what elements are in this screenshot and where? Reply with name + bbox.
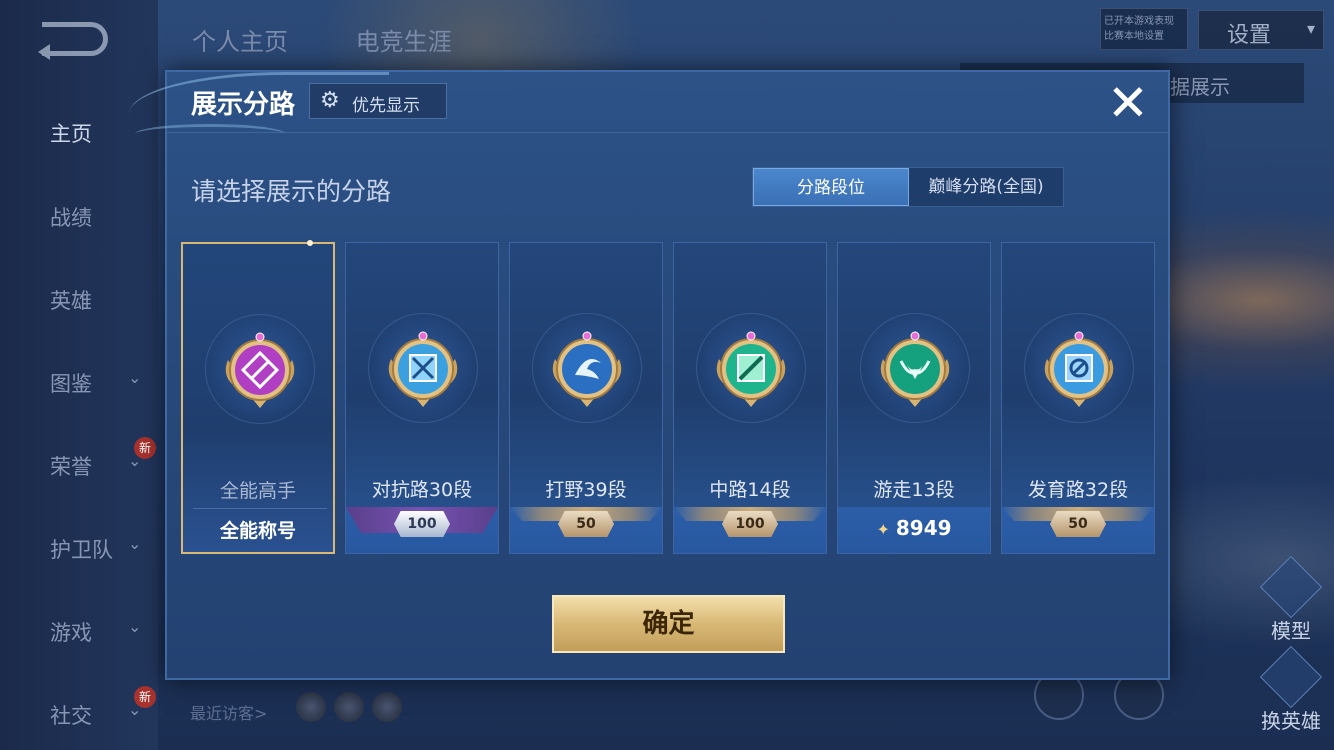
lane-card-footer: 50 [510, 507, 662, 553]
modal-title: 展示分路 [191, 90, 296, 120]
roam-wings-emblem-icon [877, 329, 953, 411]
ribbon-decoration [135, 124, 285, 144]
display-lane-modal: 展示分路 ⚙ 优先显示 ✕ 请选择展示的分路 分路段位 巅峰分路(全国) 全能高… [129, 70, 1170, 680]
lane-card-footer: 100 [346, 507, 498, 553]
priority-display-button[interactable]: ⚙ 优先显示 [309, 83, 447, 119]
chevron-down-icon: ▾ [1306, 19, 1315, 38]
rank-stars-badge: 100 [722, 511, 778, 537]
sidebar-item[interactable]: 战绩 [0, 196, 158, 236]
lane-card[interactable]: 游走13段 ✦ 8949 [837, 242, 991, 554]
sidebar-item-label: 社交 [50, 704, 92, 728]
lane-card-name: 中路14段 [709, 479, 791, 501]
sidebar-item[interactable]: 图鉴 ⌄ [0, 362, 158, 402]
lane-card[interactable]: 打野39段 50 [509, 242, 663, 554]
back-arrow-icon[interactable] [38, 22, 108, 60]
title-label: 全能称号 [219, 520, 296, 542]
rank-stars-badge: 50 [1050, 511, 1106, 537]
modal-header: 展示分路 ⚙ 优先显示 ✕ [129, 72, 1168, 132]
settings-label: 设置 [1227, 23, 1272, 48]
sidebar-item[interactable]: 荣誉 ⌄ 新 [0, 437, 158, 485]
tab-peak-lane-national[interactable]: 巅峰分路(全国) [909, 168, 1063, 206]
rank-stars-badge: 50 [558, 511, 614, 537]
priority-label: 优先显示 [352, 96, 420, 116]
visitor-avatar[interactable] [334, 692, 364, 722]
modal-subtitle: 请选择展示的分路 [191, 177, 392, 206]
header-divider [167, 132, 1168, 133]
rank-stars-badge: 100 [394, 511, 450, 537]
mini-info-line: 比赛本地设置 [1104, 31, 1164, 42]
mini-info-panel: 已开本游戏表现 比赛本地设置 [1100, 8, 1188, 50]
top-tabs: 个人主页 电竞生涯 [192, 22, 512, 57]
change-hero-label: 换英雄 [1261, 709, 1321, 733]
chevron-down-icon: ⌄ [128, 617, 142, 636]
settings-button[interactable]: 设置 ▾ [1198, 10, 1324, 50]
tab-lane-rank[interactable]: 分路段位 [753, 168, 909, 206]
model-label: 模型 [1271, 619, 1311, 643]
lane-card-name: 全能高手 [219, 480, 296, 502]
new-badge: 新 [134, 686, 156, 708]
lane-card-footer: 全能称号 [183, 506, 333, 552]
close-icon[interactable]: ✕ [1103, 78, 1153, 128]
sidebar-item[interactable]: 英雄 [0, 279, 158, 319]
visitor-avatar[interactable] [296, 692, 326, 722]
confirm-button[interactable]: 确定 [552, 595, 785, 653]
model-icon [1259, 555, 1323, 619]
sidebar-item-label: 英雄 [50, 289, 92, 313]
lane-card-footer: 50 [1002, 507, 1154, 553]
points-value: 8949 [895, 516, 952, 540]
purple-allround-emblem-icon [222, 330, 298, 412]
mid-lane-emblem-icon [713, 329, 789, 411]
lane-card-footer: 100 [674, 507, 826, 553]
lane-card-footer: ✦ 8949 [838, 507, 990, 553]
clash-lane-emblem-icon [385, 329, 461, 411]
sidebar-item-label: 护卫队 [50, 538, 113, 562]
gear-icon: ⚙ [320, 88, 340, 113]
segment-control: 分路段位 巅峰分路(全国) [752, 167, 1064, 207]
farm-lane-emblem-icon [1041, 329, 1117, 411]
chevron-down-icon: ⌄ [128, 368, 142, 387]
tab-personal-home[interactable]: 个人主页 [192, 28, 288, 56]
sidebar-item-label: 荣誉 [50, 455, 92, 479]
lane-card[interactable]: 对抗路30段 100 [345, 242, 499, 554]
new-badge: 新 [134, 437, 156, 459]
mini-info-line: 已开本游戏表现 [1104, 16, 1174, 27]
chevron-down-icon: ⌄ [128, 534, 142, 553]
jungle-dragon-emblem-icon [549, 329, 625, 411]
recent-visitors-link[interactable]: 最近访客> [190, 700, 267, 724]
lane-card-name: 游走13段 [873, 479, 955, 501]
sidebar-item-label: 战绩 [50, 206, 92, 230]
lane-card-name: 发育路32段 [1027, 479, 1129, 501]
visitor-avatar[interactable] [372, 692, 402, 722]
sidebar-item[interactable]: 护卫队 ⌄ [0, 528, 158, 568]
model-button[interactable]: 模型 [1258, 555, 1324, 644]
points-star-icon: ✦ [876, 520, 890, 539]
lane-card[interactable]: 中路14段 100 [673, 242, 827, 554]
lane-card[interactable]: 全能高手 全能称号 [181, 240, 335, 554]
lane-card-name: 对抗路30段 [371, 479, 473, 501]
lane-card[interactable]: 发育路32段 50 [1001, 242, 1155, 554]
sidebar-item[interactable]: 社交 ⌄ 新 [0, 686, 158, 734]
sidebar-item-label: 图鉴 [50, 372, 92, 396]
tab-esports-career[interactable]: 电竞生涯 [356, 28, 452, 56]
sidebar-item-label: 游戏 [50, 621, 92, 645]
change-hero-icon [1259, 645, 1323, 709]
sidebar-item[interactable]: 游戏 ⌄ [0, 611, 158, 651]
sidebar-item-label: 主页 [50, 122, 92, 146]
lane-card-name: 打野39段 [545, 479, 627, 501]
peak-points: ✦ 8949 [838, 516, 990, 540]
change-hero-button[interactable]: 换英雄 [1258, 645, 1324, 734]
